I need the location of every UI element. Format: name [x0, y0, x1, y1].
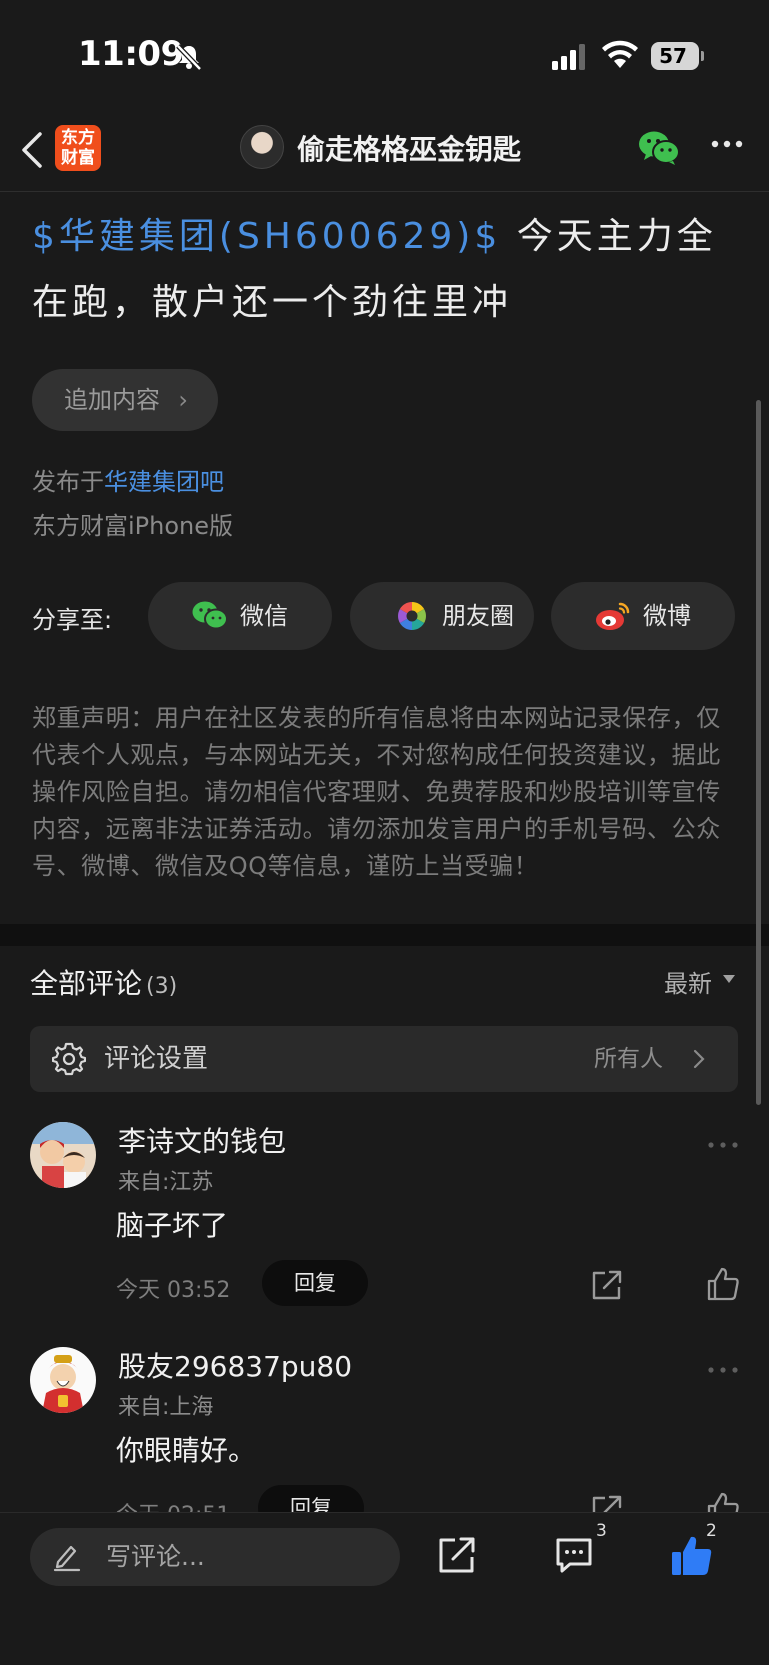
comment-text: 你眼睛好。	[116, 1434, 257, 1467]
bar-link[interactable]: 华建集团吧	[104, 468, 224, 496]
pen-icon	[53, 1545, 81, 1572]
status-bar: 11:09 57	[0, 0, 769, 110]
stock-tag-link[interactable]: $华建集团(SH600629)$	[32, 216, 501, 257]
write-comment-placeholder: 写评论...	[106, 1542, 205, 1571]
client-source: 东方财富iPhone版	[32, 512, 234, 540]
battery-level: 57	[659, 44, 687, 68]
comment-time: 今天 03:52	[116, 1278, 231, 1303]
comment-icon[interactable]	[554, 1535, 594, 1575]
comment-count-badge: 3	[596, 1521, 607, 1541]
disclaimer-text: 郑重声明：用户在社区发表的所有信息将由本网站记录保存，仅代表个人观点，与本网站无…	[32, 704, 721, 880]
wechat-icon	[192, 601, 228, 630]
weibo-icon	[596, 602, 630, 630]
wechat-icon[interactable]	[638, 130, 680, 166]
add-content-label: 追加内容	[64, 386, 160, 414]
comments-title: 全部评论 (3)	[30, 962, 177, 1002]
commenter-avatar[interactable]	[30, 1122, 96, 1188]
gear-icon	[52, 1042, 86, 1076]
commenter-location: 来自:上海	[118, 1395, 214, 1420]
share-wechat-label: 微信	[240, 602, 288, 630]
reply-button[interactable]: 回复	[262, 1260, 368, 1306]
author-avatar[interactable]	[240, 125, 284, 169]
commenter-name[interactable]: 股友296837pu80	[118, 1345, 352, 1385]
sort-dropdown[interactable]: 最新	[664, 964, 712, 999]
like-count-badge: 2	[706, 1521, 717, 1541]
share-weibo-label: 微博	[643, 602, 691, 630]
bottom-action-bar: 写评论... 3 2	[0, 1512, 769, 1665]
section-divider	[0, 924, 769, 946]
write-comment-input[interactable]: 写评论...	[30, 1528, 400, 1586]
share-label: 分享至:	[32, 606, 113, 634]
back-arrow-icon[interactable]	[18, 130, 46, 170]
chevron-right-icon: ›	[178, 386, 188, 414]
share-icon[interactable]	[590, 1268, 624, 1302]
share-wechat-button[interactable]: 微信	[148, 582, 332, 650]
wifi-icon	[602, 40, 638, 68]
moments-icon	[398, 602, 426, 630]
share-moments-label: 朋友圈	[442, 602, 514, 630]
logo-line1: 东方	[61, 128, 95, 148]
comment-text: 脑子坏了	[116, 1209, 229, 1242]
commenter-location: 来自:江苏	[118, 1170, 214, 1195]
commenter-avatar[interactable]	[30, 1347, 96, 1413]
caret-down-icon[interactable]	[722, 974, 736, 984]
battery-indicator: 57	[651, 42, 704, 70]
comment-settings-label: 评论设置	[104, 1044, 209, 1074]
scrollbar[interactable]	[756, 400, 761, 1105]
published-in: 发布于华建集团吧	[32, 462, 224, 497]
share-icon[interactable]	[437, 1535, 477, 1575]
comment-item: 李诗文的钱包 来自:江苏 脑子坏了 今天 03:52 回复	[0, 1122, 769, 1342]
add-content-button[interactable]: 追加内容 ›	[32, 369, 218, 431]
cellular-signal-icon	[552, 44, 585, 70]
more-options-icon[interactable]	[710, 134, 744, 154]
thumbs-up-icon[interactable]	[706, 1266, 740, 1302]
bell-muted-icon	[176, 44, 202, 71]
more-options-icon[interactable]	[706, 1140, 740, 1150]
post-body: $华建集团(SH600629)$ 今天主力全在跑，散户还一个劲往里冲	[32, 204, 742, 336]
commenter-name[interactable]: 李诗文的钱包	[118, 1120, 286, 1160]
status-time: 11:09	[78, 34, 184, 74]
share-moments-button[interactable]: 朋友圈	[350, 582, 534, 650]
share-weibo-button[interactable]: 微博	[551, 582, 735, 650]
comments-title-label: 全部评论	[30, 967, 143, 1000]
comments-count: (3)	[146, 974, 178, 999]
nav-bar: 东方 财富 偷走格格巫金钥匙	[0, 110, 769, 192]
logo-line2: 财富	[61, 148, 95, 168]
comment-settings-row[interactable]: 评论设置 所有人	[30, 1026, 738, 1092]
author-name[interactable]: 偷走格格巫金钥匙	[297, 128, 521, 168]
comment-settings-value: 所有人	[594, 1046, 663, 1072]
more-options-icon[interactable]	[706, 1365, 740, 1375]
app-logo[interactable]: 东方 财富	[55, 125, 101, 171]
published-prefix: 发布于	[32, 468, 104, 496]
chevron-right-icon	[693, 1049, 705, 1069]
